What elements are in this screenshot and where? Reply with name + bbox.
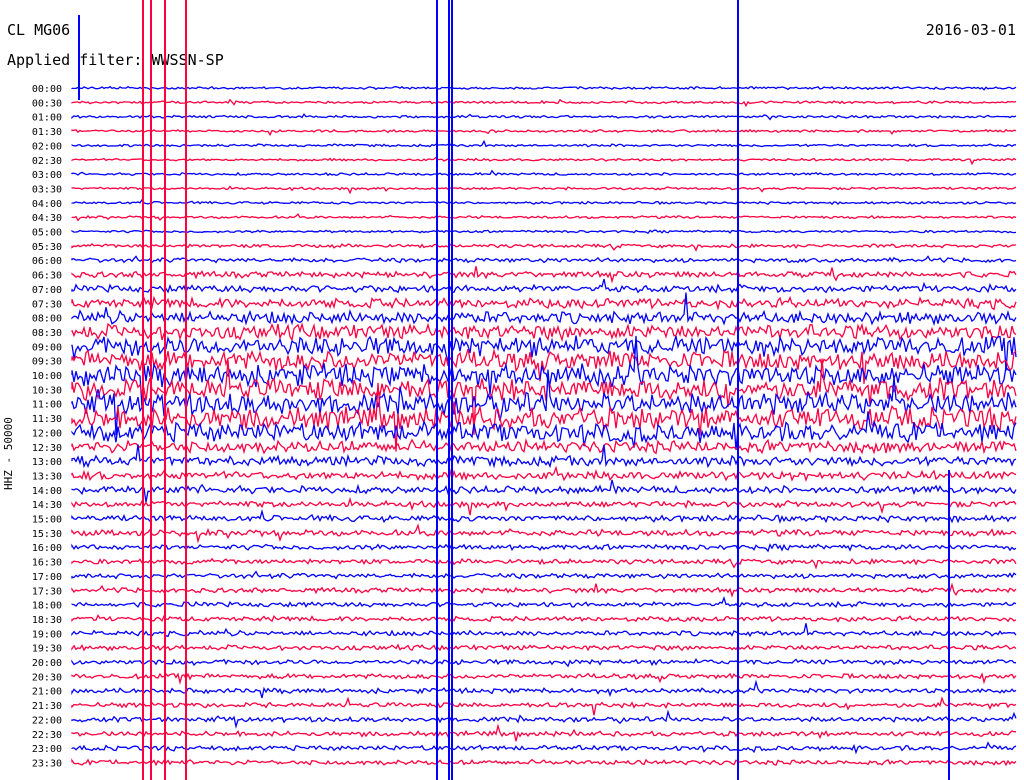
trace-line <box>71 169 1017 177</box>
trace-line <box>71 295 1017 311</box>
row-time-label: 16:00 <box>32 543 62 554</box>
row-time-label: 10:00 <box>32 371 62 382</box>
row-time-label: 12:30 <box>32 443 62 454</box>
row-time-label: 22:30 <box>32 730 62 741</box>
trace-line <box>71 496 1017 516</box>
trace-line <box>71 557 1017 570</box>
row-time-label: 16:30 <box>32 558 62 569</box>
row-time-label: 10:30 <box>32 385 62 396</box>
trace-line <box>71 465 1017 482</box>
row-time-label: 08:30 <box>32 328 62 339</box>
row-time-label: 01:30 <box>32 127 62 138</box>
row-time-label: 03:30 <box>32 184 62 195</box>
row-time-label: 12:00 <box>32 428 62 439</box>
trace-line <box>71 139 1017 148</box>
row-time-label: 07:30 <box>32 299 62 310</box>
trace-line <box>71 582 1017 598</box>
trace-line <box>71 229 1017 235</box>
row-time-label: 02:30 <box>32 156 62 167</box>
seismogram-plot: 00:00 00:30 01:00 01:30 02:00 02:30 03:00 03:30… <box>32 0 1017 780</box>
row-time-label: 05:30 <box>32 242 62 253</box>
row-time-label: 13:00 <box>32 457 62 468</box>
trace-line <box>71 543 1017 553</box>
trace-line <box>71 709 1017 729</box>
row-time-label: 04:00 <box>32 199 62 210</box>
row-time-label: 07:00 <box>32 285 62 296</box>
row-time-label: 06:00 <box>32 256 62 267</box>
trace-line <box>71 213 1017 222</box>
trace-line <box>71 348 1017 384</box>
row-time-label: 11:30 <box>32 414 62 425</box>
row-time-label: 14:00 <box>32 486 62 497</box>
trace-line <box>71 672 1017 685</box>
row-time-label: 00:30 <box>32 98 62 109</box>
trace-line <box>71 255 1017 264</box>
row-time-label: 21:30 <box>32 701 62 712</box>
row-time-label: 00:00 <box>32 84 62 95</box>
row-time-label: 04:30 <box>32 213 62 224</box>
trace-line <box>71 292 1017 327</box>
trace-line <box>71 266 1017 284</box>
trace-line <box>71 335 1017 408</box>
trace-line <box>71 243 1017 252</box>
row-time-label: 18:30 <box>32 615 62 626</box>
trace-line <box>71 643 1017 652</box>
trace-line <box>71 156 1017 166</box>
row-time-label: 21:00 <box>32 687 62 698</box>
trace-line <box>71 758 1017 767</box>
trace-line <box>71 198 1017 206</box>
trace-line <box>71 696 1017 716</box>
trace-line <box>71 570 1017 580</box>
row-time-label: 22:00 <box>32 715 62 726</box>
row-time-label: 23:30 <box>32 758 62 769</box>
row-time-label: 13:30 <box>32 471 62 482</box>
row-time-label: 11:00 <box>32 400 62 411</box>
row-time-label: 17:30 <box>32 586 62 597</box>
trace-line <box>71 322 1017 343</box>
trace-line <box>71 113 1017 121</box>
trace-line <box>71 278 1017 294</box>
row-time-label: 23:00 <box>32 744 62 755</box>
row-time-label: 19:00 <box>32 629 62 640</box>
trace-line <box>71 658 1016 668</box>
row-time-label: 14:30 <box>32 500 62 511</box>
trace-line <box>71 508 1017 524</box>
row-time-label: 01:00 <box>32 113 62 124</box>
row-time-label: 15:00 <box>32 515 62 526</box>
trace-line <box>71 85 1017 91</box>
row-time-label: 18:00 <box>32 601 62 612</box>
trace-line <box>71 596 1017 609</box>
row-time-label: 20:30 <box>32 672 62 683</box>
trace-line <box>71 185 1017 195</box>
trace-line <box>71 98 1017 108</box>
row-time-label: 06:30 <box>32 271 62 282</box>
row-time-label: 03:00 <box>32 170 62 181</box>
row-time-label: 19:30 <box>32 644 62 655</box>
trace-line <box>71 679 1017 699</box>
row-time-label: 05:00 <box>32 228 62 239</box>
trace-line <box>71 479 1017 503</box>
trace-line <box>71 623 1017 638</box>
trace-line <box>71 723 1016 742</box>
trace-line <box>71 335 1017 371</box>
trace-line <box>71 614 1017 623</box>
row-time-label: 15:30 <box>32 529 62 540</box>
trace-line <box>71 523 1017 544</box>
trace-line <box>71 741 1017 755</box>
row-time-label: 09:00 <box>32 342 62 353</box>
trace-line <box>71 128 1017 137</box>
row-time-label: 17:00 <box>32 572 62 583</box>
row-time-label: 02:00 <box>32 141 62 152</box>
row-time-label: 08:00 <box>32 314 62 325</box>
trace-line <box>71 437 1017 455</box>
row-time-label: 20:00 <box>32 658 62 669</box>
row-time-label: 09:30 <box>32 357 62 368</box>
